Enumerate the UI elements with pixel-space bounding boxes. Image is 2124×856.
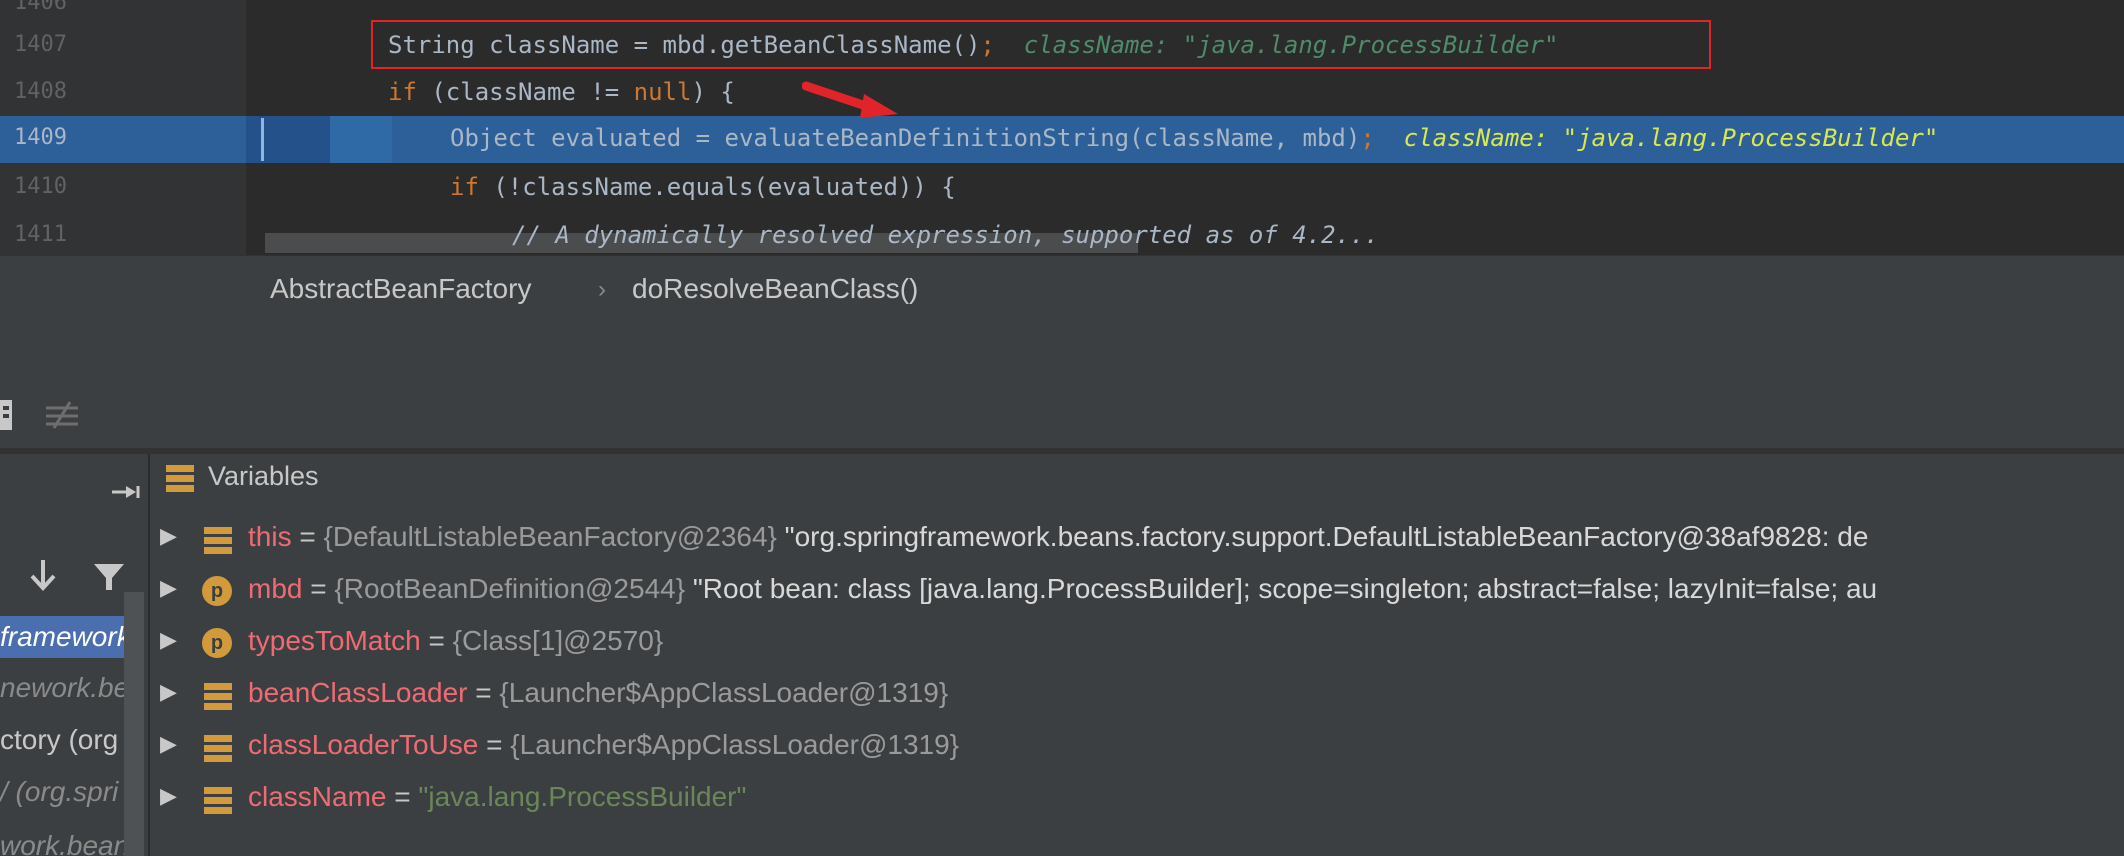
variable-text: this = {DefaultListableBeanFactory@2364}… <box>248 521 1869 552</box>
frame-item[interactable]: / (org.spri <box>0 776 118 808</box>
parameter-icon: p <box>202 576 232 606</box>
code-editor[interactable]: 1406 1407 String className = mbd.getBean… <box>0 0 2124 255</box>
variable-row-typesToMatch[interactable]: ▶ p typesToMatch = {Class[1]@2570} <box>150 618 2124 670</box>
variable-row-className[interactable]: ▶ className = "java.lang.ProcessBuilder" <box>150 774 2124 826</box>
breadcrumb-method[interactable]: doResolveBeanClass() <box>632 273 918 305</box>
variable-text: classLoaderToUse = {Launcher$AppClassLoa… <box>248 729 960 760</box>
indent-guide-band <box>330 116 392 163</box>
pin-arrow-icon[interactable] <box>110 482 140 502</box>
frame-item-selected[interactable]: framework <box>0 616 131 658</box>
code-line-1411[interactable]: 1411 // A dynamically resolved expressio… <box>0 213 2124 255</box>
frames-scrollbar[interactable] <box>124 592 144 856</box>
expand-triangle-icon[interactable]: ▶ <box>160 628 177 653</box>
expand-triangle-icon[interactable]: ▶ <box>160 524 177 549</box>
frame-item[interactable]: ctory (org <box>0 724 118 756</box>
breadcrumb-separator: › <box>598 276 606 303</box>
threads-list-icon[interactable] <box>44 400 80 430</box>
line-number: 1410 <box>14 174 67 199</box>
code-text: if (className != null) { <box>388 78 735 106</box>
frame-item[interactable]: nework.be <box>0 672 129 704</box>
debugger-panel: framework nework.be ctory (org / (org.sp… <box>0 448 2124 856</box>
annotation-arrow-icon <box>802 81 898 118</box>
variable-row-classLoaderToUse[interactable]: ▶ classLoaderToUse = {Launcher$AppClassL… <box>150 722 2124 774</box>
field-icon <box>204 527 232 554</box>
breadcrumb-class[interactable]: AbstractBeanFactory <box>270 273 531 305</box>
code-text: Object evaluated = evaluateBeanDefinitio… <box>450 124 1939 152</box>
variables-title: Variables <box>208 461 319 491</box>
expand-triangle-icon[interactable]: ▶ <box>160 784 177 809</box>
field-icon <box>204 683 232 710</box>
code-line-1410[interactable]: 1410 if (!className.equals(evaluated)) { <box>0 165 2124 212</box>
arrow-down-icon[interactable] <box>28 558 58 592</box>
line-number-1406: 1406 <box>14 0 67 15</box>
line-number: 1408 <box>14 79 67 104</box>
code-line-1408[interactable]: 1408 if (className != null) { <box>0 70 2124 117</box>
inline-value-hint: className: "java.lang.ProcessBuilder" <box>1403 124 1939 152</box>
line-number: 1409 <box>14 125 67 150</box>
expand-triangle-icon[interactable]: ▶ <box>160 576 177 601</box>
line-number: 1407 <box>14 32 67 57</box>
variable-row-this[interactable]: ▶ this = {DefaultListableBeanFactory@236… <box>150 514 2124 566</box>
line-number: 1411 <box>14 222 67 247</box>
parameter-icon: p <box>202 628 232 658</box>
variable-text: beanClassLoader = {Launcher$AppClassLoad… <box>248 677 949 708</box>
variable-text: mbd = {RootBeanDefinition@2544} "Root be… <box>248 573 1878 604</box>
variable-row-beanClassLoader[interactable]: ▶ beanClassLoader = {Launcher$AppClassLo… <box>150 670 2124 722</box>
caret-marker <box>261 118 264 161</box>
code-text: if (!className.equals(evaluated)) { <box>450 173 956 201</box>
expand-triangle-icon[interactable]: ▶ <box>160 680 177 705</box>
frames-list[interactable]: framework nework.be ctory (org / (org.sp… <box>0 454 150 856</box>
code-comment: // A dynamically resolved expression, su… <box>512 221 1379 249</box>
variable-row-mbd[interactable]: ▶ p mbd = {RootBeanDefinition@2544} "Roo… <box>150 566 2124 618</box>
variable-text: typesToMatch = {Class[1]@2570} <box>248 625 664 656</box>
code-line-1409-current[interactable]: 1409 Object evaluated = evaluateBeanDefi… <box>0 116 2124 163</box>
variables-icon <box>166 465 194 492</box>
field-icon <box>204 735 232 762</box>
debug-toolbar-area <box>0 322 2124 448</box>
frames-layout-icon[interactable] <box>0 398 16 432</box>
frame-item[interactable]: work.beans <box>0 830 143 856</box>
execution-line-band <box>246 116 330 163</box>
breadcrumb: AbstractBeanFactory › doResolveBeanClass… <box>0 255 2124 323</box>
expand-triangle-icon[interactable]: ▶ <box>160 732 177 757</box>
field-icon <box>204 787 232 814</box>
variable-text: className = "java.lang.ProcessBuilder" <box>248 781 747 812</box>
variables-header: Variables <box>150 454 2124 500</box>
annotation-highlight-box <box>371 20 1711 69</box>
filter-icon[interactable] <box>92 560 126 594</box>
